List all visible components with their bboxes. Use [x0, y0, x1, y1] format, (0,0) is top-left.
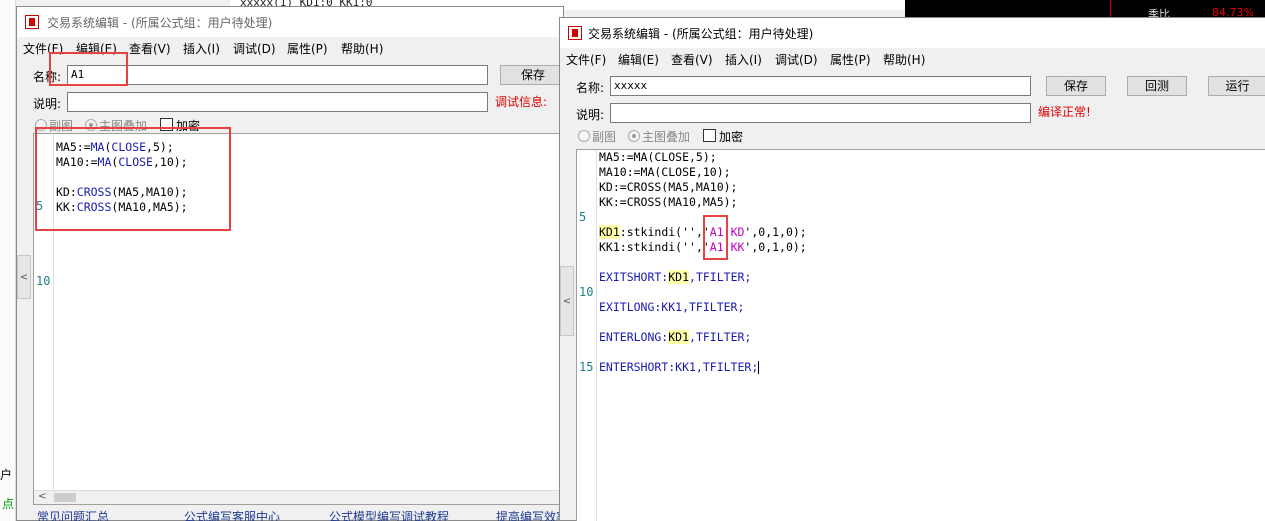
keyword: ,TFILTER; [689, 270, 752, 284]
annotation-box-reference [703, 215, 728, 260]
code-editor[interactable]: 5 10 15 MA5:=MA(CLOSE,5); MA10:=MA(CLOSE… [576, 149, 1265, 521]
collapse-panel-tab[interactable]: < [17, 255, 31, 299]
title-bar[interactable]: 交易系统编辑 - (所属公式组：用户待处理) [17, 7, 563, 37]
menu-insert[interactable]: 插入(I) [725, 51, 762, 68]
variable-highlight: KD1 [668, 330, 690, 344]
main-overlay-radio[interactable] [628, 130, 640, 142]
menu-bar: 文件(F) 编辑(E) 查看(V) 插入(I) 调试(D) 属性(P) 帮助(H… [560, 51, 1265, 69]
variable-highlight: KD1 [668, 270, 690, 284]
description-label: 说明: [576, 108, 605, 122]
menu-properties[interactable]: 属性(P) [287, 40, 328, 57]
background-left-strip [0, 0, 16, 521]
run-button[interactable]: 运行 [1208, 76, 1265, 96]
text-cursor [758, 361, 760, 374]
code-line: MA5:=MA(CLOSE,5); [599, 150, 717, 165]
line-number: 15 [579, 360, 594, 374]
line-number: 10 [579, 285, 594, 299]
code-text: ',0,1,0); [744, 225, 807, 239]
annotation-box-code [35, 127, 231, 231]
code-line: EXITLONG:KK1,TFILTER; [599, 300, 745, 314]
debug-info-label: 调试信息: [495, 95, 548, 109]
save-button[interactable]: 保存 [1046, 76, 1106, 96]
name-field[interactable]: A1 [67, 65, 488, 85]
collapse-panel-tab[interactable]: < [560, 266, 574, 336]
annotation-box-name [49, 52, 128, 86]
name-field[interactable]: xxxxx [610, 76, 1031, 96]
title-bar[interactable]: 交易系统编辑 - (所属公式组：用户待处理) [560, 18, 1265, 48]
link-efficiency[interactable]: 提高编写效率 [496, 508, 568, 521]
name-label: 名称: [576, 81, 605, 95]
horizontal-scrollbar[interactable]: < [34, 490, 564, 504]
formula-editor-window-xxxxx: 交易系统编辑 - (所属公式组：用户待处理) 文件(F) 编辑(E) 查看(V)… [559, 17, 1265, 521]
code-text: ENTERSHORT:KK1,TFILTER; [599, 360, 759, 374]
menu-help[interactable]: 帮助(H) [341, 40, 383, 57]
code-text: MA10:=MA(CLOSE,10); [599, 165, 731, 179]
menu-edit[interactable]: 编辑(E) [618, 51, 659, 68]
backtest-button[interactable]: 回测 [1127, 76, 1187, 96]
line-number: 5 [579, 210, 587, 224]
menu-help[interactable]: 帮助(H) [883, 51, 925, 68]
menu-view[interactable]: 查看(V) [671, 51, 713, 68]
app-icon [568, 26, 582, 40]
compile-status: 编译正常! [1038, 105, 1091, 119]
code-text: ',0,1,0); [744, 240, 807, 254]
window-title: 交易系统编辑 - (所属公式组：用户待处理) [47, 16, 273, 30]
subchart-radio[interactable] [578, 130, 590, 142]
scroll-left-arrow[interactable]: < [38, 491, 46, 502]
background-left-char: 户 [0, 468, 13, 482]
menu-file[interactable]: 文件(F) [566, 51, 606, 68]
background-left-char2: 点 [2, 497, 15, 511]
main-overlay-radio-label: 主图叠加 [642, 130, 691, 144]
menu-insert[interactable]: 插入(I) [183, 40, 220, 57]
code-text: KD:=CROSS(MA5,MA10); [599, 180, 738, 194]
code-line: ENTERSHORT:KK1,TFILTER; [599, 360, 760, 375]
subchart-radio-label: 副图 [592, 130, 617, 144]
encrypt-label: 加密 [719, 130, 744, 144]
keyword: ENTERLONG: [599, 330, 669, 344]
keyword: EXITSHORT: [599, 270, 669, 284]
code-text: KK:=CROSS(MA10,MA5); [599, 195, 738, 209]
app-icon [25, 15, 39, 29]
link-support-center[interactable]: 公式编写客服中心 [184, 508, 280, 521]
code-line: ENTERLONG:KD1,TFILTER; [599, 330, 751, 345]
menu-view[interactable]: 查看(V) [129, 40, 171, 57]
menu-debug[interactable]: 调试(D) [233, 40, 276, 57]
description-field[interactable] [67, 92, 488, 112]
link-tutorial[interactable]: 公式模型编写调试教程 [329, 508, 449, 521]
code-text: :stkindi('',' [619, 240, 710, 254]
menu-properties[interactable]: 属性(P) [830, 51, 871, 68]
variable-highlight: KD1 [599, 225, 620, 239]
code-text: KK1 [599, 240, 620, 254]
menu-debug[interactable]: 调试(D) [775, 51, 818, 68]
encrypt-checkbox[interactable] [703, 129, 716, 142]
code-text: :stkindi('',' [619, 225, 710, 239]
description-field[interactable] [610, 103, 1031, 123]
line-number-gutter [577, 150, 597, 521]
scroll-thumb[interactable] [54, 493, 76, 502]
code-text: MA5:=MA(CLOSE,5); [599, 150, 717, 164]
description-label: 说明: [33, 97, 62, 111]
code-line: MA10:=MA(CLOSE,10); [599, 165, 731, 180]
save-button[interactable]: 保存 [500, 65, 565, 85]
code-line: EXITSHORT:KD1,TFILTER; [599, 270, 751, 285]
line-number: 10 [36, 274, 51, 288]
code-line: KK:=CROSS(MA10,MA5); [599, 195, 737, 210]
window-title: 交易系统编辑 - (所属公式组：用户待处理) [588, 27, 814, 41]
link-faq[interactable]: 常见问题汇总 [37, 508, 109, 521]
keyword: ,TFILTER; [689, 330, 752, 344]
code-line: KD:=CROSS(MA5,MA10); [599, 180, 737, 195]
